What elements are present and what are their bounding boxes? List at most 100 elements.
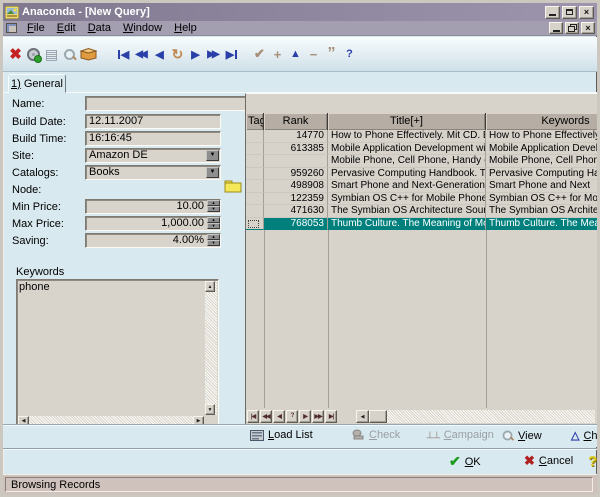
spin-down-icon[interactable]: ▼	[207, 223, 220, 229]
nav-prev-icon[interactable]: ◀	[152, 44, 167, 64]
table-row[interactable]: Mobile Phone, Cell Phone, Handy - ei Mob…	[246, 155, 597, 168]
ok-label: OK	[465, 456, 481, 468]
mdi-minimize-button[interactable]	[549, 22, 563, 34]
insert-icon[interactable]: +	[270, 44, 285, 64]
table-row[interactable]: 14770 How to Phone Effectively. Mit CD. …	[246, 130, 597, 143]
book-icon[interactable]	[80, 44, 97, 64]
check-button[interactable]: Check	[351, 429, 400, 441]
nav-last-icon[interactable]: ▶	[224, 44, 239, 64]
mdi-child-icon[interactable]	[6, 23, 17, 33]
menu-data[interactable]: Data	[82, 21, 117, 35]
keywords-cell: How to Phone Effectively.	[486, 130, 597, 143]
cancel-button[interactable]: ✖ Cancel	[524, 453, 573, 469]
save-icon[interactable]: ▤	[44, 44, 59, 64]
view-button[interactable]: View	[501, 429, 542, 442]
column-header-tag[interactable]: Tag	[246, 113, 264, 130]
minimize-button[interactable]	[545, 6, 560, 19]
refresh-icon[interactable]: ↻	[170, 44, 185, 64]
help-button[interactable]: ?	[588, 453, 597, 470]
maximize-button[interactable]	[562, 6, 577, 19]
site-dropdown-button[interactable]: ▼	[206, 150, 219, 161]
edit-record-icon[interactable]: ▲	[288, 44, 303, 64]
ok-button[interactable]: ✔ OK	[449, 453, 481, 470]
nav-fast-next-icon[interactable]: ▶▶	[206, 44, 221, 64]
tab-general-label: 1) General	[11, 78, 63, 90]
table-row[interactable]: 122359 Symbian OS C++ for Mobile Phones:…	[246, 193, 597, 206]
build-date-field[interactable]: 12.11.2007	[85, 114, 221, 129]
column-header-rank[interactable]: Rank	[264, 113, 328, 130]
table-row[interactable]: 471630 The Symbian OS Architecture Sourc…	[246, 205, 597, 218]
column-header-title[interactable]: Title[+]	[328, 113, 486, 130]
dialog-button-row: ✔ OK ✖ Cancel ?	[3, 453, 597, 471]
max-price-stepper[interactable]: 1,000.00	[85, 216, 221, 231]
help-icon[interactable]: ?	[342, 44, 357, 64]
load-list-button[interactable]: Load List	[250, 429, 313, 441]
maximize-icon	[566, 9, 573, 15]
menu-help[interactable]: Help	[168, 21, 203, 35]
catalogs-label: Catalogs:	[12, 167, 58, 179]
search-icon[interactable]	[62, 44, 77, 64]
spin-down-icon[interactable]: ▼	[207, 240, 220, 246]
grid-nav-refresh-button[interactable]: ?	[286, 410, 298, 423]
cancel-x-icon: ✖	[524, 453, 535, 469]
delete-icon[interactable]: −	[306, 44, 321, 64]
table-row[interactable]: 498908 Smart Phone and Next-Generation M…	[246, 180, 597, 193]
scroll-left-icon[interactable]: ◀	[356, 410, 369, 423]
build-time-field[interactable]: 16:16:45	[85, 131, 221, 146]
nav-first-icon[interactable]: ◀	[116, 44, 131, 64]
catalogs-select[interactable]: Books ▼	[85, 165, 221, 180]
tab-general[interactable]: 1) General	[8, 74, 66, 93]
grid-nav-prev-button[interactable]: ◀	[273, 410, 285, 423]
rank-cell: 613385	[264, 143, 328, 156]
site-select[interactable]: Amazon DE ▼	[85, 148, 221, 163]
min-price-spin-buttons[interactable]: ▲ ▼	[207, 200, 220, 211]
chart-button[interactable]: △ Chart	[571, 429, 600, 442]
table-row[interactable]: 613385 Mobile Application Development wi…	[246, 143, 597, 156]
table-row-selected[interactable]: 768053 Thumb Culture. The Meaning of Mob…	[246, 218, 597, 231]
grid-nav-fast-prev-button[interactable]: ◀◀	[260, 410, 272, 423]
grid-nav-first-button[interactable]: |◀	[247, 410, 259, 423]
list-icon	[250, 429, 264, 441]
title-cell: Pervasive Computing Handbook. The	[328, 168, 486, 181]
name-field[interactable]	[85, 96, 250, 111]
keywords-textarea[interactable]: phone ▲ ▼ ◀ ▶	[16, 279, 219, 430]
check-stamp-icon	[351, 429, 365, 441]
nav-next-icon[interactable]: ▶	[188, 44, 203, 64]
min-price-stepper[interactable]: 10.00	[85, 199, 221, 214]
title-cell: Symbian OS C++ for Mobile Phones: 2	[328, 193, 486, 206]
mdi-close-button[interactable]: ×	[581, 22, 595, 34]
close-button[interactable]: ×	[579, 6, 594, 19]
menu-window[interactable]: Window	[117, 21, 168, 35]
grid-nav-next-button[interactable]: ▶	[299, 410, 311, 423]
table-row[interactable]: 959260 Pervasive Computing Handbook. The…	[246, 168, 597, 181]
catalogs-dropdown-button[interactable]: ▼	[206, 167, 219, 178]
quote-icon[interactable]: ”	[324, 44, 339, 64]
cancel-icon[interactable]: ✖	[8, 44, 23, 64]
scroll-up-icon[interactable]: ▲	[205, 281, 215, 292]
folder-icon	[224, 179, 242, 193]
mdi-restore-button[interactable]	[565, 22, 579, 34]
saving-stepper[interactable]: 4.00%	[85, 233, 221, 248]
node-label: Node:	[12, 184, 41, 196]
menu-file[interactable]: File	[21, 21, 51, 35]
grid-hscrollbar[interactable]: ◀	[356, 410, 595, 423]
max-price-spin-buttons[interactable]: ▲ ▼	[207, 217, 220, 228]
grid-hscrollbar-thumb[interactable]	[369, 410, 387, 423]
campaign-button[interactable]: ⊥⊥ Campaign	[426, 429, 494, 441]
grid-nav-fast-next-button[interactable]: ▶▶	[312, 410, 324, 423]
column-header-keywords[interactable]: Keywords	[486, 113, 597, 130]
keywords-vscrollbar[interactable]: ▲ ▼	[205, 281, 217, 415]
node-browse-button[interactable]	[224, 179, 242, 193]
tag-cell	[246, 193, 264, 206]
nav-fast-prev-icon[interactable]: ◀◀	[134, 44, 149, 64]
scroll-down-icon[interactable]: ▼	[205, 404, 215, 415]
post-icon[interactable]: ✔	[252, 44, 267, 64]
view-label: View	[518, 430, 542, 442]
grid-nav-last-button[interactable]: ▶|	[325, 410, 337, 423]
menu-bar: File Edit Data Window Help ×	[3, 21, 597, 36]
spin-down-icon[interactable]: ▼	[207, 206, 220, 212]
saving-spin-buttons[interactable]: ▲ ▼	[207, 234, 220, 245]
main-toolbar: ✖ ▤ ◀ ◀◀ ◀ ↻ ▶ ▶▶ ▶ ✔ + ▲ − ” ?	[3, 37, 597, 72]
settings-icon[interactable]	[26, 44, 41, 64]
menu-edit[interactable]: Edit	[51, 21, 82, 35]
